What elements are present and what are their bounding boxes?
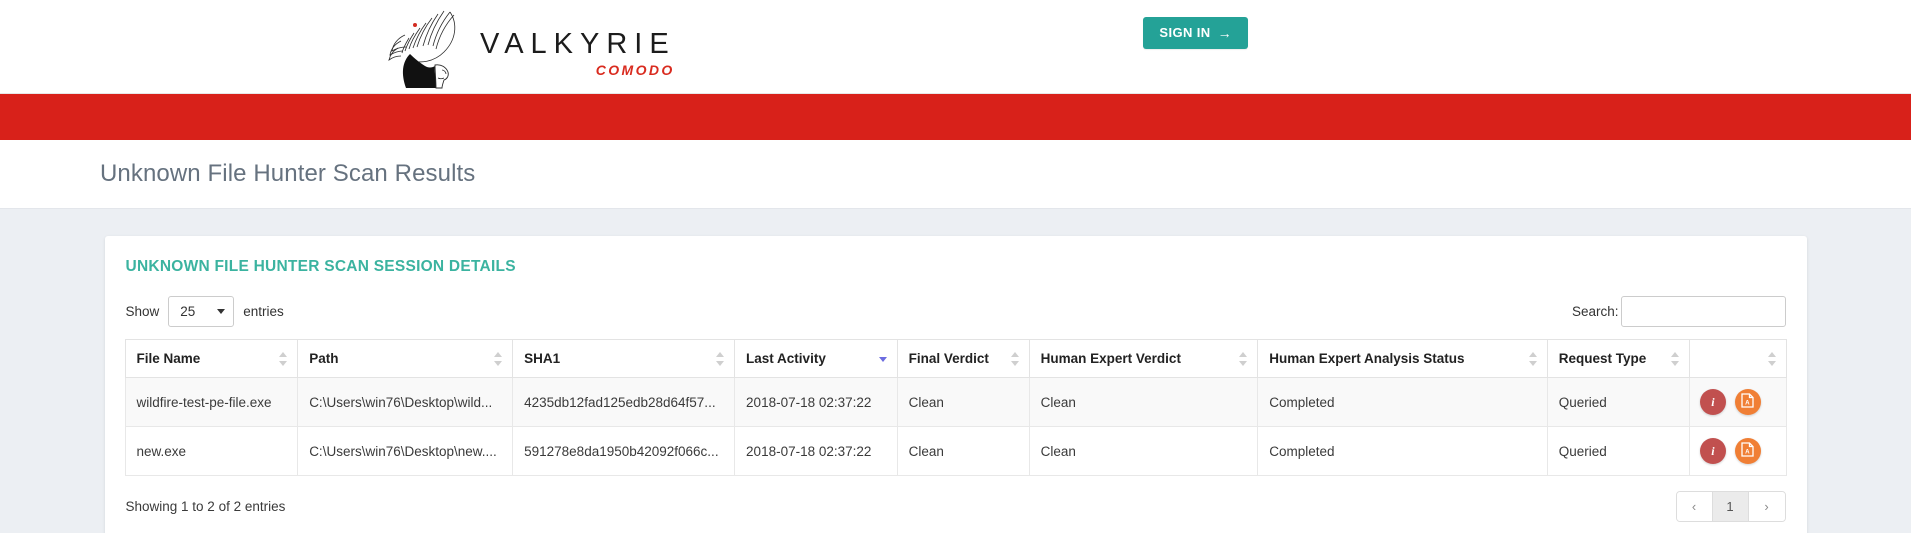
- column-label: Path: [309, 351, 339, 366]
- entries-label: entries: [243, 304, 284, 319]
- sort-icon[interactable]: [1010, 351, 1020, 367]
- cell-sha1: 591278e8da1950b42092f066c...: [512, 426, 736, 476]
- pdf-report-icon-button[interactable]: A: [1734, 438, 1761, 464]
- info-icon: i: [1711, 443, 1715, 458]
- column-header-actions[interactable]: [1688, 339, 1787, 378]
- logo-brand-text: VALKYRIE: [480, 28, 676, 60]
- column-label: SHA1: [524, 351, 561, 366]
- page-length-select[interactable]: 25: [168, 296, 235, 327]
- table-head: File Name Path SHA1 Last Activity Final …: [124, 339, 1787, 378]
- logo-accent-dot: [413, 23, 417, 27]
- column-header-file-name[interactable]: File Name: [124, 339, 299, 378]
- cell-final-verdict: Clean: [896, 377, 1030, 427]
- svg-text:A: A: [1745, 400, 1750, 407]
- column-label: File Name: [136, 351, 201, 366]
- info-icon-button[interactable]: i: [1699, 389, 1726, 415]
- cell-actions: i A: [1688, 377, 1787, 427]
- column-label: Request Type: [1558, 351, 1647, 366]
- scan-session-card: UNKNOWN FILE HUNTER SCAN SESSION DETAILS…: [104, 236, 1807, 533]
- logo-wordmark: VALKYRIE COMODO: [413, 23, 676, 90]
- cell-path: C:\Users\win76\Desktop\wild...: [297, 377, 514, 427]
- sort-icon[interactable]: [716, 351, 725, 367]
- pagination-next-button[interactable]: ›: [1748, 492, 1785, 521]
- pagination-prev-button[interactable]: ‹: [1676, 492, 1713, 521]
- cell-last-activity: 2018-07-18 02:37:22: [734, 377, 898, 427]
- pagination-page-1[interactable]: 1: [1712, 492, 1749, 521]
- sign-in-button[interactable]: SIGN IN →: [1143, 17, 1248, 49]
- pdf-report-icon: A: [1741, 442, 1754, 460]
- show-label: Show: [125, 304, 160, 319]
- table-footer: Showing 1 to 2 of 2 entries ‹ 1 ›: [125, 491, 1787, 522]
- page-title-strip: Unknown File Hunter Scan Results: [0, 140, 1911, 209]
- info-icon: i: [1711, 394, 1715, 409]
- column-header-human-expert-analysis-status[interactable]: Human Expert Analysis Status: [1257, 339, 1548, 378]
- page-title: Unknown File Hunter Scan Results: [100, 160, 476, 187]
- column-label: Last Activity: [746, 351, 826, 366]
- column-header-final-verdict[interactable]: Final Verdict: [896, 339, 1030, 378]
- column-label: Final Verdict: [908, 351, 989, 366]
- table-info-text: Showing 1 to 2 of 2 entries: [125, 499, 286, 514]
- cell-sha1: 4235db12fad125edb28d64f57...: [512, 377, 736, 427]
- site-header: VALKYRIE COMODO SIGN IN →: [0, 0, 1911, 94]
- sort-icon-desc[interactable]: [878, 351, 888, 367]
- cell-human-expert-analysis-status: Completed: [1257, 377, 1548, 427]
- cell-human-expert-verdict: Clean: [1028, 377, 1259, 427]
- pagination: ‹ 1 ›: [1675, 491, 1786, 522]
- column-header-sha1[interactable]: SHA1: [512, 339, 736, 378]
- cell-final-verdict: Clean: [896, 426, 1030, 476]
- column-header-human-expert-verdict[interactable]: Human Expert Verdict: [1028, 339, 1259, 378]
- table-controls: Show 25 entries Search:: [125, 296, 1787, 327]
- sort-icon[interactable]: [279, 351, 288, 367]
- sort-icon[interactable]: [1239, 351, 1248, 367]
- valkyrie-logo[interactable]: VALKYRIE COMODO: [380, 4, 676, 90]
- red-nav-band: [0, 94, 1911, 140]
- column-label: Human Expert Analysis Status: [1269, 351, 1465, 366]
- cell-file-name: new.exe: [124, 426, 299, 476]
- sort-icon[interactable]: [1528, 351, 1538, 367]
- cell-actions: i A: [1688, 426, 1787, 476]
- sort-icon[interactable]: [494, 351, 503, 367]
- search-label: Search:: [1571, 304, 1619, 319]
- cell-file-name: wildfire-test-pe-file.exe: [124, 377, 299, 427]
- table-header-row: File Name Path SHA1 Last Activity Final …: [124, 339, 1787, 378]
- cell-last-activity: 2018-07-18 02:37:22: [734, 426, 898, 476]
- column-header-request-type[interactable]: Request Type: [1546, 339, 1690, 378]
- column-header-path[interactable]: Path: [297, 339, 514, 378]
- table-row[interactable]: wildfire-test-pe-file.exe C:\Users\win76…: [124, 377, 1787, 427]
- cell-request-type: Queried: [1546, 426, 1690, 476]
- page-length-control: Show 25 entries: [126, 296, 284, 327]
- pdf-report-icon: A: [1741, 393, 1754, 411]
- search-control: Search:: [1572, 296, 1786, 327]
- column-header-last-activity[interactable]: Last Activity: [734, 339, 898, 378]
- search-input[interactable]: [1620, 296, 1786, 327]
- cell-human-expert-analysis-status: Completed: [1257, 426, 1548, 476]
- sort-icon[interactable]: [1767, 351, 1777, 367]
- table-row[interactable]: new.exe C:\Users\win76\Desktop\new.... 5…: [124, 426, 1787, 476]
- sign-in-label: SIGN IN: [1159, 25, 1211, 40]
- svg-text:A: A: [1745, 449, 1750, 456]
- cell-human-expert-verdict: Clean: [1028, 426, 1259, 476]
- table-body: wildfire-test-pe-file.exe C:\Users\win76…: [124, 377, 1787, 476]
- arrow-right-icon: →: [1217, 24, 1232, 41]
- scan-results-table: File Name Path SHA1 Last Activity Final …: [124, 339, 1787, 476]
- valkyrie-wing-logo-icon: [380, 8, 476, 90]
- logo-sub-text: COMODO: [595, 62, 675, 78]
- content-area: UNKNOWN FILE HUNTER SCAN SESSION DETAILS…: [0, 209, 1911, 533]
- page-length-value: 25: [180, 304, 196, 319]
- cell-request-type: Queried: [1546, 377, 1690, 427]
- cell-path: C:\Users\win76\Desktop\new....: [297, 426, 514, 476]
- info-icon-button[interactable]: i: [1699, 438, 1726, 464]
- pdf-report-icon-button[interactable]: A: [1734, 389, 1761, 415]
- sort-icon[interactable]: [1670, 351, 1680, 367]
- chevron-down-icon: [217, 309, 226, 314]
- card-title: UNKNOWN FILE HUNTER SCAN SESSION DETAILS: [125, 258, 516, 275]
- column-label: Human Expert Verdict: [1040, 351, 1181, 366]
